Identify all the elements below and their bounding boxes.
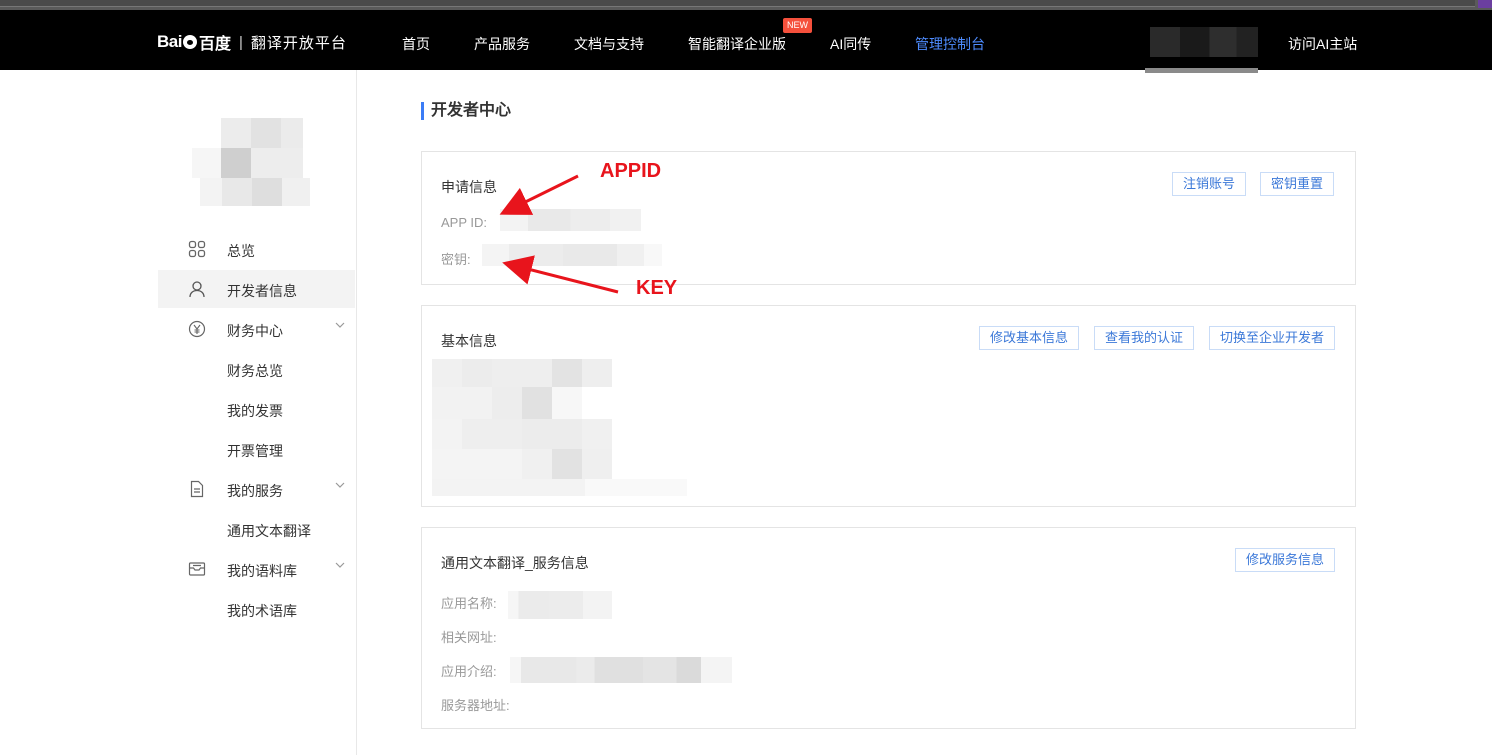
annotation-arrows <box>499 174 619 294</box>
key-arrow <box>502 255 619 294</box>
appid-arrow <box>499 174 579 215</box>
key-annotation: KEY <box>636 277 678 299</box>
appid-annotation: APPID <box>600 160 662 182</box>
